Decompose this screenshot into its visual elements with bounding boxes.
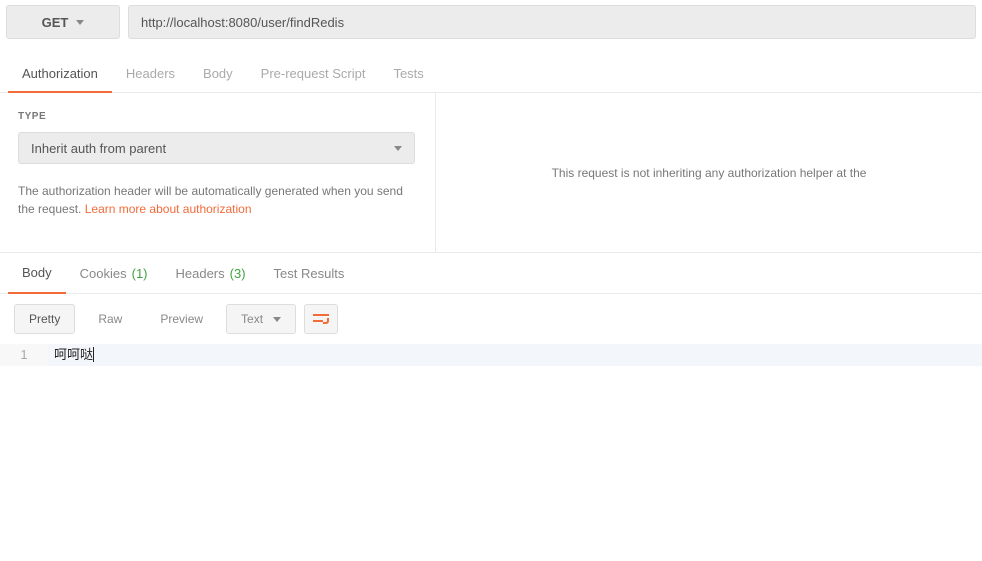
resp-tab-cookies-label: Cookies bbox=[80, 266, 127, 281]
tab-authorization[interactable]: Authorization bbox=[8, 56, 112, 93]
auth-right-message: This request is not inheriting any autho… bbox=[436, 93, 982, 252]
resp-tab-test-results[interactable]: Test Results bbox=[260, 253, 359, 293]
auth-type-label: TYPE bbox=[18, 111, 417, 122]
http-method-label: GET bbox=[42, 15, 69, 30]
chevron-down-icon bbox=[76, 20, 84, 25]
tab-tests[interactable]: Tests bbox=[379, 56, 437, 92]
auth-type-value: Inherit auth from parent bbox=[31, 141, 166, 156]
resp-tab-cookies[interactable]: Cookies (1) bbox=[66, 253, 162, 293]
resp-tab-body[interactable]: Body bbox=[8, 253, 66, 294]
format-label: Text bbox=[241, 312, 263, 326]
tab-prerequest[interactable]: Pre-request Script bbox=[247, 56, 380, 92]
line-number: 1 bbox=[0, 344, 48, 366]
tab-body[interactable]: Body bbox=[189, 56, 247, 92]
wrap-icon bbox=[313, 312, 329, 326]
headers-count: (3) bbox=[230, 266, 246, 281]
wrap-lines-button[interactable] bbox=[304, 304, 338, 334]
response-body-line: 呵呵哒 bbox=[48, 344, 982, 366]
resp-tab-headers-label: Headers bbox=[176, 266, 225, 281]
format-select[interactable]: Text bbox=[226, 304, 296, 334]
chevron-down-icon bbox=[394, 146, 402, 151]
response-editor[interactable]: 1 呵呵哒 bbox=[0, 344, 982, 366]
text-caret bbox=[93, 347, 94, 362]
response-tabs: Body Cookies (1) Headers (3) Test Result… bbox=[0, 253, 982, 294]
http-method-select[interactable]: GET bbox=[6, 5, 120, 39]
response-content: 呵呵哒 bbox=[54, 347, 93, 362]
view-pretty-button[interactable]: Pretty bbox=[14, 304, 75, 334]
view-preview-button[interactable]: Preview bbox=[145, 304, 218, 334]
view-raw-button[interactable]: Raw bbox=[83, 304, 137, 334]
url-input[interactable] bbox=[128, 5, 976, 39]
auth-helper-text: The authorization header will be automat… bbox=[18, 182, 417, 218]
request-tabs: Authorization Headers Body Pre-request S… bbox=[0, 56, 982, 93]
resp-tab-headers[interactable]: Headers (3) bbox=[162, 253, 260, 293]
cookies-count: (1) bbox=[132, 266, 148, 281]
auth-type-select[interactable]: Inherit auth from parent bbox=[18, 132, 415, 164]
auth-learn-more-link[interactable]: Learn more about authorization bbox=[85, 202, 252, 216]
tab-headers[interactable]: Headers bbox=[112, 56, 189, 92]
chevron-down-icon bbox=[273, 317, 281, 322]
